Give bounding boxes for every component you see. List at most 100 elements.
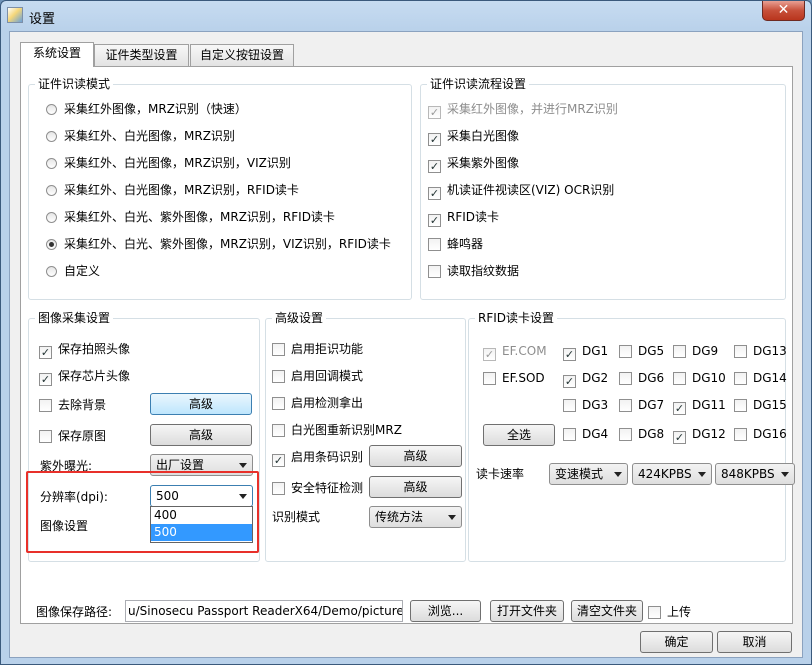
flow-checkbox[interactable]: 读取指纹数据 xyxy=(428,262,519,280)
dg-checkbox[interactable]: DG15 xyxy=(734,396,787,414)
radio-icon xyxy=(46,185,57,196)
advanced-checkbox[interactable]: 启用检测拿出 xyxy=(272,394,363,412)
clear-folder-button[interactable]: 清空文件夹 xyxy=(571,600,643,622)
dpi-option-400[interactable]: 400 xyxy=(151,507,252,524)
dg-label: DG10 xyxy=(692,371,726,385)
image-settings-title: 图像采集设置 xyxy=(35,310,114,326)
dg-checkbox[interactable]: DG10 xyxy=(673,369,726,387)
title-bar[interactable]: 设置 ✕ xyxy=(1,1,811,31)
advanced-checkbox[interactable]: 白光图重新识别MRZ xyxy=(272,421,402,439)
tab-custom-buttons[interactable]: 自定义按钮设置 xyxy=(190,44,294,66)
read-mode-radio[interactable]: 采集红外、白光图像，MRZ识别，VIZ识别 xyxy=(46,154,291,172)
read-mode-radio[interactable]: 采集红外图像，MRZ识别（快速） xyxy=(46,100,247,118)
window-title: 设置 xyxy=(29,12,56,27)
remove-bg-advanced-button[interactable]: 高级 xyxy=(150,393,252,415)
checkbox-icon xyxy=(619,372,632,385)
save-original-advanced-button[interactable]: 高级 xyxy=(150,424,252,446)
flow-checkbox[interactable]: 蜂鸣器 xyxy=(428,235,483,253)
save-chip-checkbox[interactable]: ✓ 保存芯片头像 xyxy=(39,367,130,386)
dg-checkbox[interactable]: DG7 xyxy=(619,396,664,414)
radio-icon xyxy=(46,266,57,277)
chevron-down-icon xyxy=(614,472,622,477)
dg-label: DG6 xyxy=(638,371,665,385)
save-path-input[interactable]: u/Sinosecu Passport ReaderX64/Demo/pictu… xyxy=(125,600,403,622)
flow-checkbox[interactable]: ✓ 采集红外图像，并进行MRZ识别 xyxy=(428,100,618,119)
speed-mode-select[interactable]: 变速模式 xyxy=(549,463,628,485)
select-all-button[interactable]: 全选 xyxy=(483,424,555,446)
barcode-advanced-button[interactable]: 高级 xyxy=(369,445,462,467)
dg-checkbox[interactable]: DG6 xyxy=(619,369,664,387)
dg-checkbox[interactable]: DG8 xyxy=(619,425,664,443)
flow-checkbox[interactable]: ✓ 采集紫外图像 xyxy=(428,154,519,173)
advanced-checkbox[interactable]: 安全特征检测 xyxy=(272,479,363,497)
read-mode-radio[interactable]: 采集红外、白光图像，MRZ识别 xyxy=(46,127,235,145)
flow-label: 采集白光图像 xyxy=(447,129,520,143)
advanced-label: 白光图重新识别MRZ xyxy=(291,423,402,437)
uv-exposure-select[interactable]: 出厂设置 xyxy=(150,454,253,476)
dg-checkbox[interactable]: DG4 xyxy=(563,425,608,443)
checkbox-icon xyxy=(563,428,576,441)
tab-system-settings[interactable]: 系统设置 xyxy=(20,42,94,67)
rfid-settings-group: RFID读卡设置 ✓ EF.COM EF.SOD 全选 ✓ DG1 ✓ DG2 DG3 DG… xyxy=(468,310,795,562)
read-mode-radio[interactable]: 自定义 xyxy=(46,262,100,280)
dg-checkbox[interactable]: DG5 xyxy=(619,342,664,360)
checkbox-icon xyxy=(734,399,747,412)
ef-com-checkbox[interactable]: ✓ EF.COM xyxy=(483,342,547,361)
remove-background-checkbox[interactable]: 去除背景 xyxy=(39,396,106,414)
checkbox-icon xyxy=(272,343,285,356)
ef-sod-checkbox[interactable]: EF.SOD xyxy=(483,369,545,387)
advanced-checkbox[interactable]: 启用拒识功能 xyxy=(272,340,363,358)
browse-button[interactable]: 浏览... xyxy=(410,600,481,622)
checkmark-icon: ✓ xyxy=(428,187,441,200)
flow-group: 证件识读流程设置 ✓ 采集红外图像，并进行MRZ识别 ✓ 采集白光图像 ✓ 采集紫外图像 ✓… xyxy=(420,76,786,300)
dg-checkbox[interactable]: ✓ DG12 xyxy=(673,425,726,444)
read-mode-radio[interactable]: 采集红外、白光图像，MRZ识别，RFID读卡 xyxy=(46,181,299,199)
advanced-checkbox[interactable]: ✓ 启用条码识别 xyxy=(272,448,363,467)
recognition-mode-select[interactable]: 传统方法 xyxy=(369,506,462,528)
speed-848-select[interactable]: 848KPBS xyxy=(715,463,795,485)
checkmark-icon: ✓ xyxy=(483,348,496,361)
speed-424-select[interactable]: 424KPBS xyxy=(632,463,712,485)
dpi-select[interactable]: 500 xyxy=(150,485,253,507)
dg-checkbox[interactable]: DG9 xyxy=(673,342,718,360)
read-mode-label: 采集红外、白光、紫外图像，MRZ识别，RFID读卡 xyxy=(64,210,335,224)
flow-checkbox[interactable]: ✓ 机读证件视读区(VIZ) OCR识别 xyxy=(428,181,614,200)
dg-checkbox[interactable]: ✓ DG11 xyxy=(673,396,726,415)
checkmark-icon: ✓ xyxy=(39,373,52,386)
checkbox-icon xyxy=(734,428,747,441)
ok-button[interactable]: 确定 xyxy=(640,631,713,653)
checkmark-icon: ✓ xyxy=(563,375,576,388)
close-icon: ✕ xyxy=(777,2,790,18)
dg-checkbox[interactable]: DG16 xyxy=(734,425,787,443)
app-icon xyxy=(7,7,23,23)
dpi-option-500[interactable]: 500 xyxy=(151,524,252,541)
read-mode-radio[interactable]: 采集红外、白光、紫外图像，MRZ识别，RFID读卡 xyxy=(46,208,335,226)
radio-icon xyxy=(46,131,57,142)
upload-checkbox[interactable]: 上传 xyxy=(648,603,691,621)
uv-exposure-label: 紫外曝光: xyxy=(40,459,93,473)
read-mode-group: 证件识读模式 采集红外图像，MRZ识别（快速） 采集红外、白光图像，MRZ识别 采集… xyxy=(28,76,412,300)
dg-checkbox[interactable]: DG13 xyxy=(734,342,787,360)
read-mode-radio[interactable]: 采集红外、白光、紫外图像，MRZ识别，VIZ识别，RFID读卡 xyxy=(46,235,391,253)
save-original-checkbox[interactable]: 保存原图 xyxy=(39,427,106,445)
dg-label: DG11 xyxy=(692,398,726,412)
dg-checkbox[interactable]: ✓ DG2 xyxy=(563,369,608,388)
flow-checkbox[interactable]: ✓ 采集白光图像 xyxy=(428,127,520,146)
open-folder-button[interactable]: 打开文件夹 xyxy=(490,600,564,622)
flow-checkbox[interactable]: ✓ RFID读卡 xyxy=(428,208,499,227)
advanced-checkbox[interactable]: 启用回调模式 xyxy=(272,367,363,385)
security-advanced-button[interactable]: 高级 xyxy=(369,476,462,498)
radio-icon xyxy=(46,104,57,115)
dg-label: DG4 xyxy=(582,427,609,441)
dialog-client: 系统设置 证件类型设置 自定义按钮设置 证件识读模式 采集红外图像，MRZ识别（… xyxy=(9,31,803,658)
close-button[interactable]: ✕ xyxy=(762,1,805,21)
image-settings-label: 图像设置 xyxy=(40,519,89,533)
dg-checkbox[interactable]: DG14 xyxy=(734,369,787,387)
cancel-button[interactable]: 取消 xyxy=(717,631,792,653)
dg-checkbox[interactable]: DG3 xyxy=(563,396,608,414)
checkbox-icon xyxy=(272,370,285,383)
checkmark-icon: ✓ xyxy=(428,160,441,173)
tab-document-type[interactable]: 证件类型设置 xyxy=(94,44,189,66)
dg-checkbox[interactable]: ✓ DG1 xyxy=(563,342,608,361)
save-photo-checkbox[interactable]: ✓ 保存拍照头像 xyxy=(39,340,130,359)
